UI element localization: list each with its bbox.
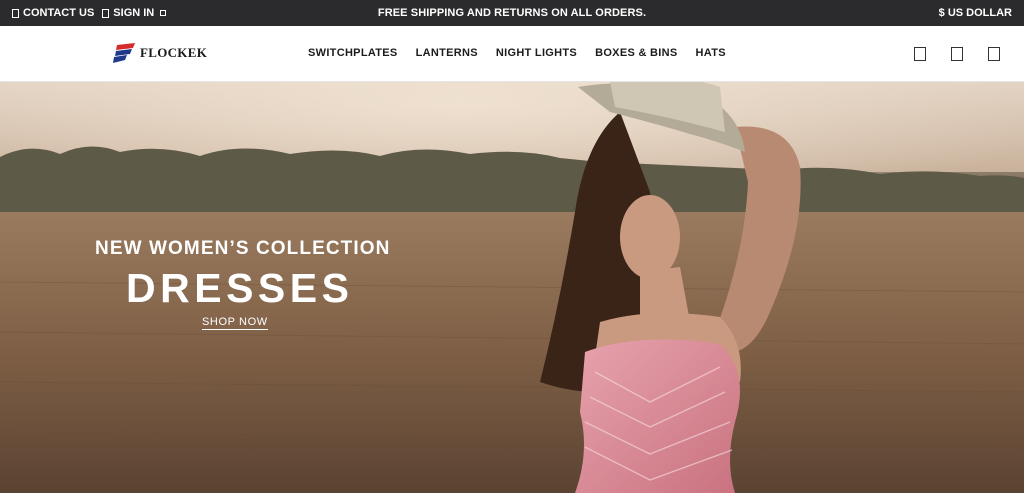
hero-text-block: NEW WOMEN’S COLLECTION DRESSES SHOP NOW bbox=[0, 82, 1024, 493]
nav-item-hats[interactable]: HATS bbox=[696, 47, 726, 59]
nav-item-switchplates[interactable]: SWITCHPLATES bbox=[308, 47, 398, 59]
cart-icon[interactable] bbox=[988, 47, 1000, 61]
shop-now-link[interactable]: SHOP NOW bbox=[202, 316, 268, 330]
search-icon[interactable] bbox=[914, 47, 926, 61]
header-icons bbox=[914, 47, 1000, 61]
nav-item-lanterns[interactable]: LANTERNS bbox=[416, 47, 478, 59]
brand-name: FLOCKEK bbox=[140, 45, 208, 60]
hero-banner[interactable]: NEW WOMEN’S COLLECTION DRESSES SHOP NOW bbox=[0, 82, 1024, 493]
brand-logo[interactable]: FLOCKEK bbox=[113, 43, 207, 63]
nav-item-boxes-bins[interactable]: BOXES & BINS bbox=[595, 47, 677, 59]
account-icon[interactable] bbox=[951, 47, 963, 61]
site-header: FLOCKEK SWITCHPLATES LANTERNS NIGHT LIGH… bbox=[0, 26, 1024, 82]
main-nav: SWITCHPLATES LANTERNS NIGHT LIGHTS BOXES… bbox=[308, 47, 726, 59]
top-bar: CONTACT US SIGN IN FREE SHIPPING AND RET… bbox=[0, 0, 1024, 26]
hero-subtitle: NEW WOMEN’S COLLECTION bbox=[95, 238, 391, 259]
shipping-announcement: FREE SHIPPING AND RETURNS ON ALL ORDERS. bbox=[377, 7, 647, 19]
nav-item-night-lights[interactable]: NIGHT LIGHTS bbox=[496, 47, 577, 59]
logo-mark-icon bbox=[113, 43, 135, 63]
currency-selector[interactable]: $ US DOLLAR bbox=[939, 7, 1012, 19]
hero-title: DRESSES bbox=[126, 265, 354, 311]
